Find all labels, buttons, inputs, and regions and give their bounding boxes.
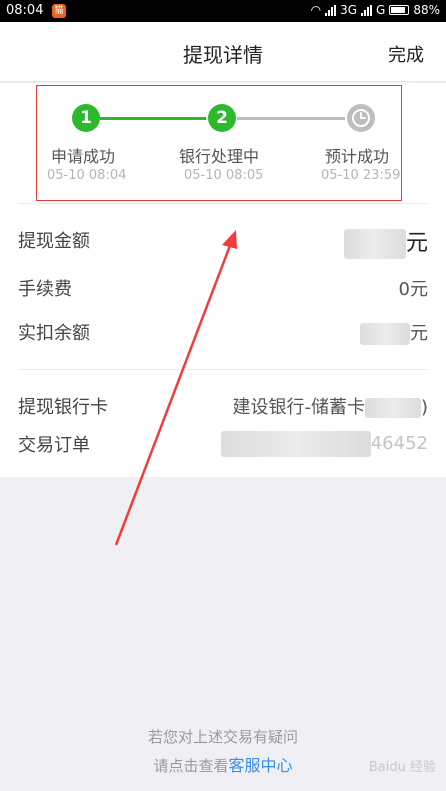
carrier-g: G xyxy=(376,3,386,17)
fee-value: 0元 xyxy=(398,279,428,300)
actual-value: 元 xyxy=(360,319,428,345)
app-notification-icon: 猫 xyxy=(52,4,66,18)
done-button[interactable]: 完成 xyxy=(388,41,424,67)
bank-card-suffix: ) xyxy=(420,397,428,418)
bank-card-name: 建设银行-储蓄卡 xyxy=(232,397,365,418)
order-suffix: 46452 xyxy=(370,433,428,454)
battery-percent: 88% xyxy=(413,3,440,17)
footer-question: 若您对上述交易有疑问 xyxy=(147,728,298,746)
fee-label: 手续费 xyxy=(18,279,72,300)
wifi-icon: ◠ xyxy=(310,3,322,17)
withdraw-detail-panel: 1 2 申请成功 银行处理中 预计成功 05-10 08:04 05-10 08… xyxy=(0,83,446,477)
progress-line-pending xyxy=(237,117,345,120)
bank-card-label: 提现银行卡 xyxy=(18,397,108,418)
order-row: 交易订单 46452 xyxy=(18,429,428,459)
step-1-time: 05-10 08:04 xyxy=(47,168,127,183)
watermark: Baidu 经验 xyxy=(368,760,436,775)
step-1-circle: 1 xyxy=(72,104,100,132)
step-2-time: 05-10 08:05 xyxy=(184,168,264,183)
divider xyxy=(18,369,428,370)
signal-bars-2-icon xyxy=(361,4,373,16)
order-value: 46452 xyxy=(220,431,428,457)
step-1-label: 申请成功 xyxy=(51,147,116,166)
page-title: 提现详情 xyxy=(183,43,263,67)
amount-blur xyxy=(343,229,406,259)
progress-highlight-box: 1 2 申请成功 银行处理中 预计成功 05-10 08:04 05-10 08… xyxy=(36,85,402,201)
actual-blur xyxy=(360,323,410,345)
step-3-time: 05-10 23:59 xyxy=(321,168,401,183)
customer-service-link[interactable]: 客服中心 xyxy=(229,756,293,775)
step-2-label: 银行处理中 xyxy=(179,147,260,166)
actual-unit: 元 xyxy=(410,323,428,344)
bank-card-blur xyxy=(364,398,421,418)
signal-bars-icon xyxy=(325,4,337,16)
status-right: ◠ 3G G 88% xyxy=(311,3,440,17)
bank-card-value: 建设银行-储蓄卡) xyxy=(232,393,428,419)
fee-row: 手续费 0元 xyxy=(18,273,428,303)
order-blur xyxy=(220,431,371,457)
network-type: 3G xyxy=(340,3,358,17)
order-label: 交易订单 xyxy=(18,435,90,456)
amount-row: 提现金额 元 xyxy=(18,225,428,259)
footer-help-prefix: 请点击查看 xyxy=(153,757,229,775)
navigation-bar: 提现详情 完成 xyxy=(0,22,446,82)
amount-label: 提现金额 xyxy=(18,231,90,252)
step-2-circle: 2 xyxy=(208,104,236,132)
actual-label: 实扣余额 xyxy=(18,323,90,344)
divider xyxy=(18,203,428,204)
amount-value: 元 xyxy=(343,225,428,259)
bank-card-row: 提现银行卡 建设银行-储蓄卡) xyxy=(18,391,428,421)
progress-line-done xyxy=(100,117,206,120)
clock-icon xyxy=(347,104,375,132)
step-3-label: 预计成功 xyxy=(325,147,390,166)
actual-row: 实扣余额 元 xyxy=(18,317,428,347)
status-bar: 08:04 猫 ◠ 3G G 88% xyxy=(0,0,446,22)
battery-icon xyxy=(389,5,410,15)
status-time: 08:04 xyxy=(6,3,44,18)
amount-unit: 元 xyxy=(405,231,428,256)
